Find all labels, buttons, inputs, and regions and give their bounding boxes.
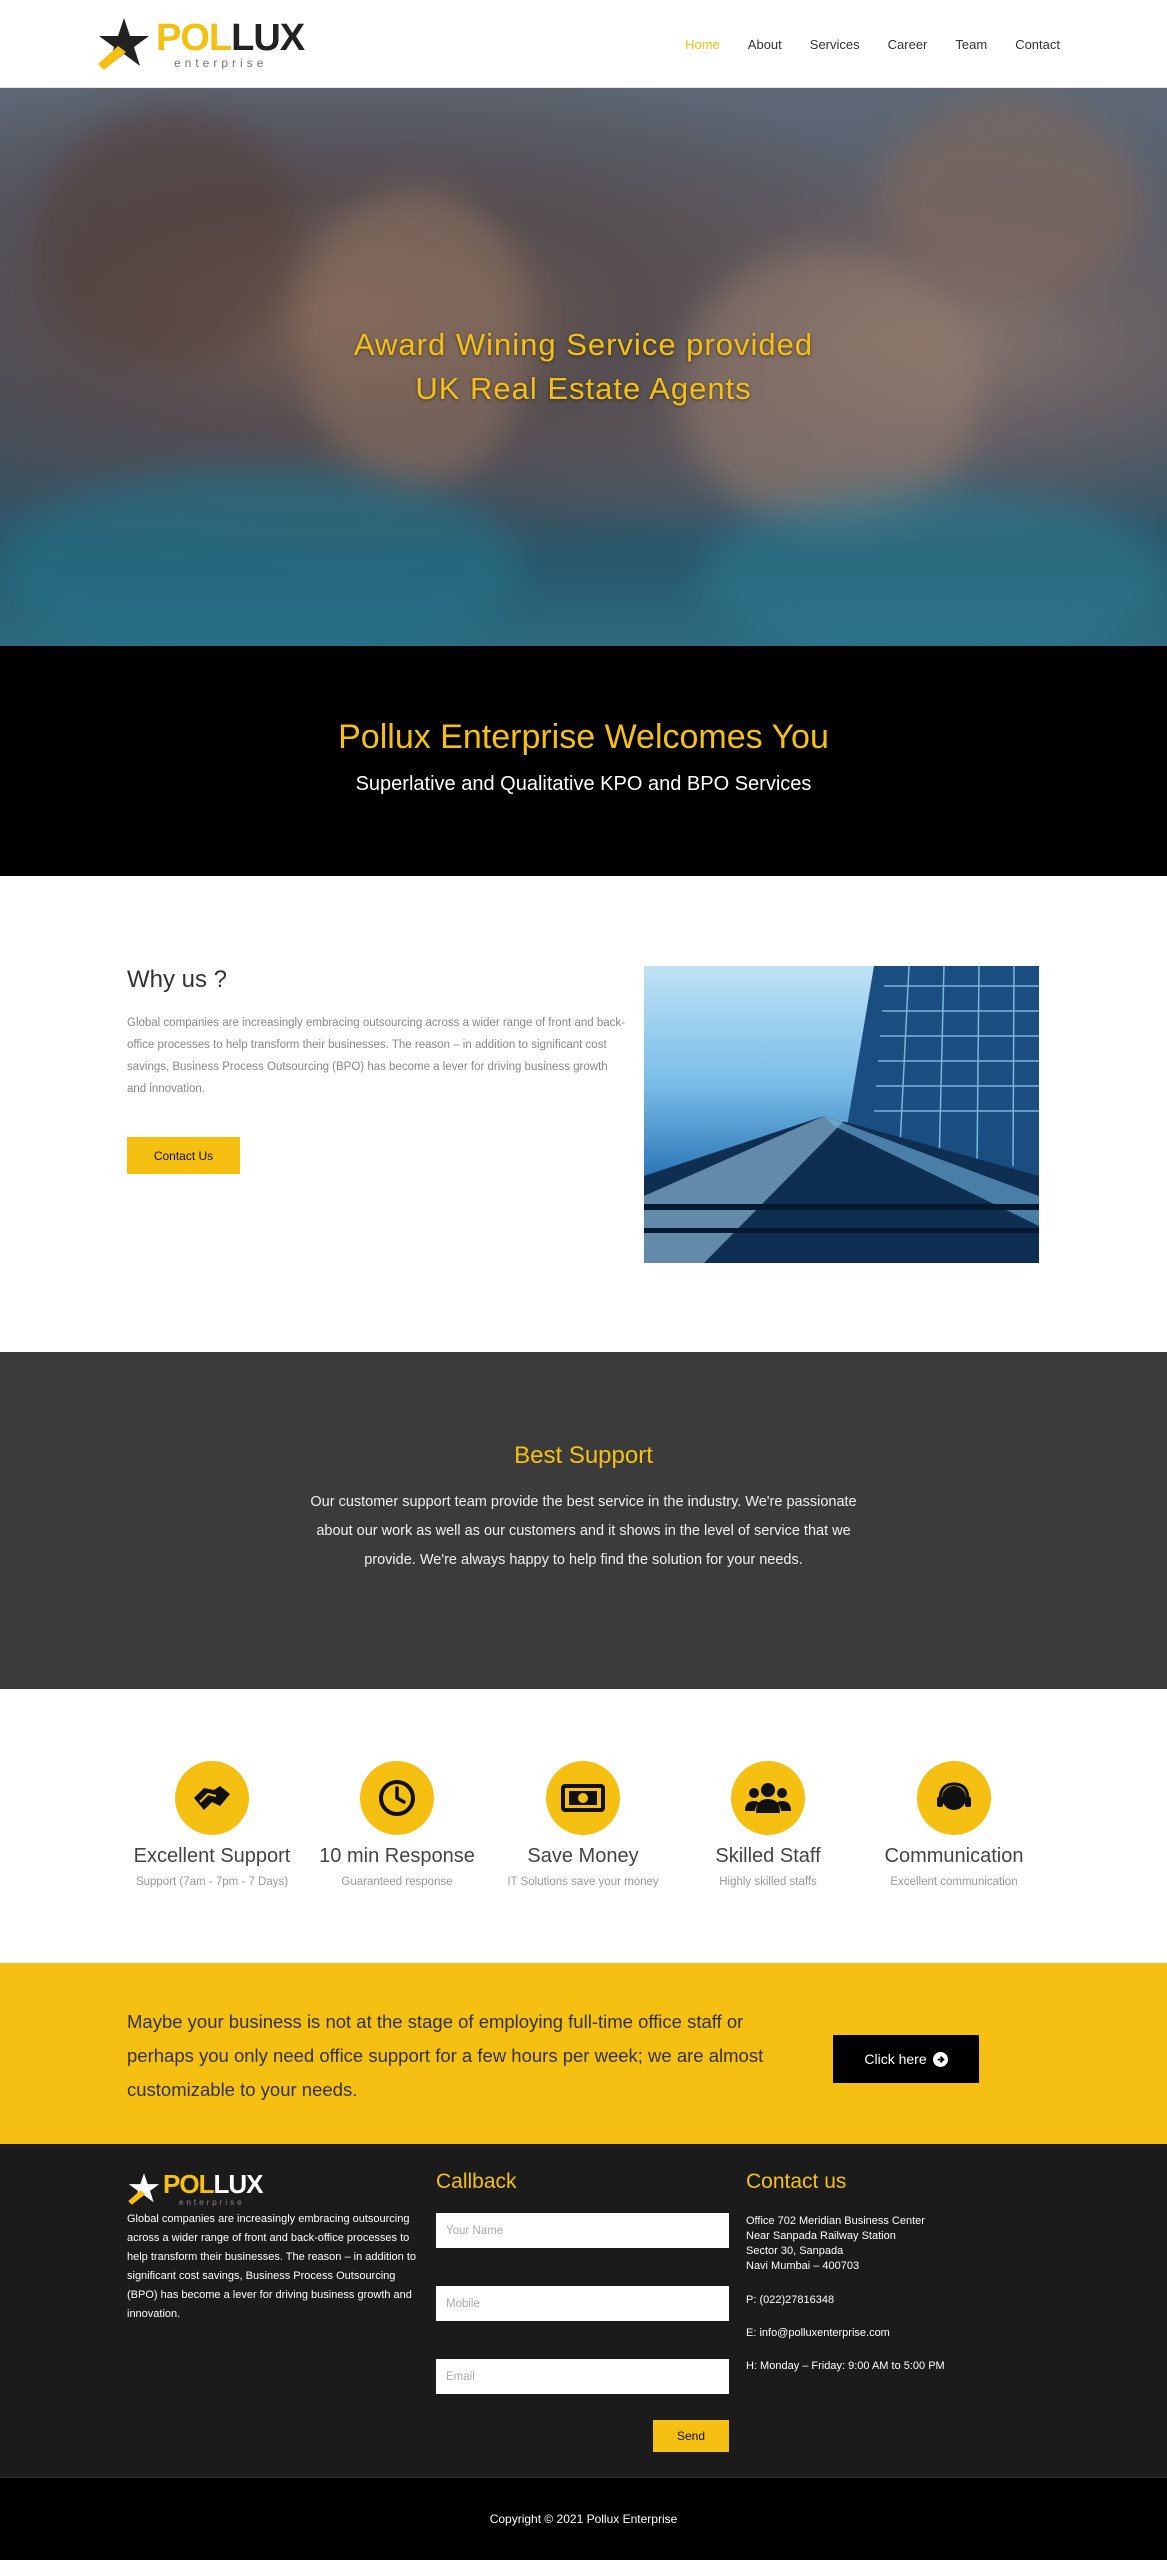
feature-icon-circle: [731, 1761, 805, 1835]
contact-email[interactable]: E: info@polluxenterprise.com: [746, 2326, 890, 2341]
contact-hours: H: Monday – Friday: 9:00 AM to 5:00 PM: [746, 2360, 945, 2372]
money-icon: [561, 1784, 605, 1812]
address-line: Near Sanpada Railway Station: [746, 2230, 896, 2242]
nav-career[interactable]: Career: [888, 37, 928, 52]
handshake-icon: [194, 1786, 230, 1810]
welcome-section: Pollux Enterprise Welcomes You Superlati…: [0, 646, 1167, 876]
feature-icon-circle: [175, 1761, 249, 1835]
feature-caption: Excellent communication: [890, 1876, 1018, 1888]
footer-wordmark: POLLUX: [163, 2169, 263, 2199]
footer-logo[interactable]: POLLUX enterprise: [127, 2170, 267, 2208]
brand-lux: LUX: [231, 17, 305, 59]
star-logo-icon: [98, 18, 149, 70]
users-icon: [745, 1783, 791, 1813]
brand-wordmark: POLLUX: [156, 17, 305, 59]
callback-title: Callback: [436, 2170, 517, 2193]
address-line: Office 702 Meridian Business Center: [746, 2215, 925, 2227]
headset-icon: [937, 1782, 971, 1810]
feature-caption: Support (7am - 7pm - 7 Days): [135, 1876, 289, 1888]
feature-caption: Highly skilled staffs: [719, 1876, 817, 1888]
click-here-button[interactable]: Click here: [833, 2035, 979, 2083]
click-here-label: Click here: [864, 2051, 927, 2067]
contact-address: Office 702 Meridian Business Center Near…: [746, 2214, 925, 2274]
cta-section: Maybe your business is not at the stage …: [0, 1963, 1167, 2144]
copyright-text: Copyright © 2021 Pollux Enterprise: [489, 2512, 678, 2526]
contact-phone: P: (022)27816348: [746, 2294, 835, 2306]
hero-line-2: UK Real Estate Agents: [415, 371, 752, 406]
send-button[interactable]: Send: [653, 2420, 729, 2452]
address-line: Navi Mumbai – 400703: [746, 2260, 860, 2272]
arrow-circle-right-icon: [932, 2051, 948, 2067]
address-line: Sector 30, Sanpada: [746, 2245, 844, 2257]
feature-icon-circle: [360, 1761, 434, 1835]
feature-title: Communication: [884, 1845, 1024, 1867]
why-us-description: Global companies are increasingly embrac…: [127, 1017, 625, 1095]
brand-tagline: enterprise: [174, 56, 268, 70]
nav-team[interactable]: Team: [955, 37, 987, 52]
feature-icon-circle: [917, 1761, 991, 1835]
footer-brand-pol: POL: [163, 2169, 214, 2199]
best-support-title: Best Support: [514, 1442, 653, 1469]
feature-10-min-response: 10 min Response Guaranteed response: [304, 1761, 490, 1888]
footer-brand-lux: LUX: [213, 2169, 263, 2199]
hero-banner: Award Wining Service provided UK Real Es…: [0, 88, 1167, 646]
brand-pol: POL: [156, 17, 232, 59]
footer-brand-tagline: enterprise: [179, 2198, 245, 2207]
contact-us-title: Contact us: [746, 2170, 847, 2193]
welcome-title: Pollux Enterprise Welcomes You: [338, 718, 829, 756]
footer-about-text: Global companies are increasingly embrac…: [127, 2213, 417, 2320]
best-support-text: Our customer support team provide the be…: [310, 1494, 857, 1568]
brand-logo[interactable]: POLLUX enterprise: [96, 14, 306, 74]
feature-icon-circle: [546, 1761, 620, 1835]
site-header: POLLUX enterprise Home About Services Ca…: [0, 0, 1167, 88]
email-input[interactable]: [436, 2359, 729, 2394]
feature-caption: IT Solutions save your money: [507, 1876, 659, 1888]
copyright-bar: Copyright © 2021 Pollux Enterprise: [0, 2477, 1167, 2560]
feature-save-money: Save Money IT Solutions save your money: [490, 1761, 676, 1888]
hero-line-1: Award Wining Service provided: [353, 327, 814, 362]
contact-us-button[interactable]: Contact Us: [127, 1137, 240, 1174]
building-illustration: [644, 966, 1039, 1263]
name-input[interactable]: [436, 2213, 729, 2248]
feature-caption: Guaranteed response: [341, 1876, 453, 1888]
feature-communication: Communication Excellent communication: [861, 1761, 1047, 1888]
feature-title: Skilled Staff: [715, 1845, 821, 1867]
building-image: [644, 966, 1039, 1263]
feature-title: Excellent Support: [133, 1845, 291, 1867]
feature-title: 10 min Response: [319, 1845, 475, 1867]
nav-contact[interactable]: Contact: [1015, 37, 1060, 52]
main-nav: Home About Services Career Team Contact: [685, 0, 1060, 88]
why-us-section: Why us ? Global companies are increasing…: [0, 876, 1167, 1352]
feature-skilled-staff: Skilled Staff Highly skilled staffs: [675, 1761, 861, 1888]
why-us-title: Why us ?: [127, 966, 228, 993]
star-logo-icon: [128, 2173, 160, 2205]
welcome-subtitle: Superlative and Qualitative KPO and BPO …: [355, 773, 812, 795]
nav-about[interactable]: About: [748, 37, 782, 52]
site-footer: POLLUX enterprise Global companies are i…: [0, 2144, 1167, 2477]
clock-icon: [379, 1780, 415, 1816]
mobile-input[interactable]: [436, 2286, 729, 2321]
best-support-section: Best Support Our customer support team p…: [0, 1352, 1167, 1689]
nav-services[interactable]: Services: [810, 37, 860, 52]
hero-title: Award Wining Service provided UK Real Es…: [0, 323, 1167, 411]
cta-text: Maybe your business is not at the stage …: [127, 2011, 764, 2100]
feature-excellent-support: Excellent Support Support (7am - 7pm - 7…: [119, 1761, 305, 1888]
nav-home[interactable]: Home: [685, 37, 720, 52]
feature-title: Save Money: [527, 1845, 639, 1867]
features-section: Excellent Support Support (7am - 7pm - 7…: [0, 1689, 1167, 1963]
